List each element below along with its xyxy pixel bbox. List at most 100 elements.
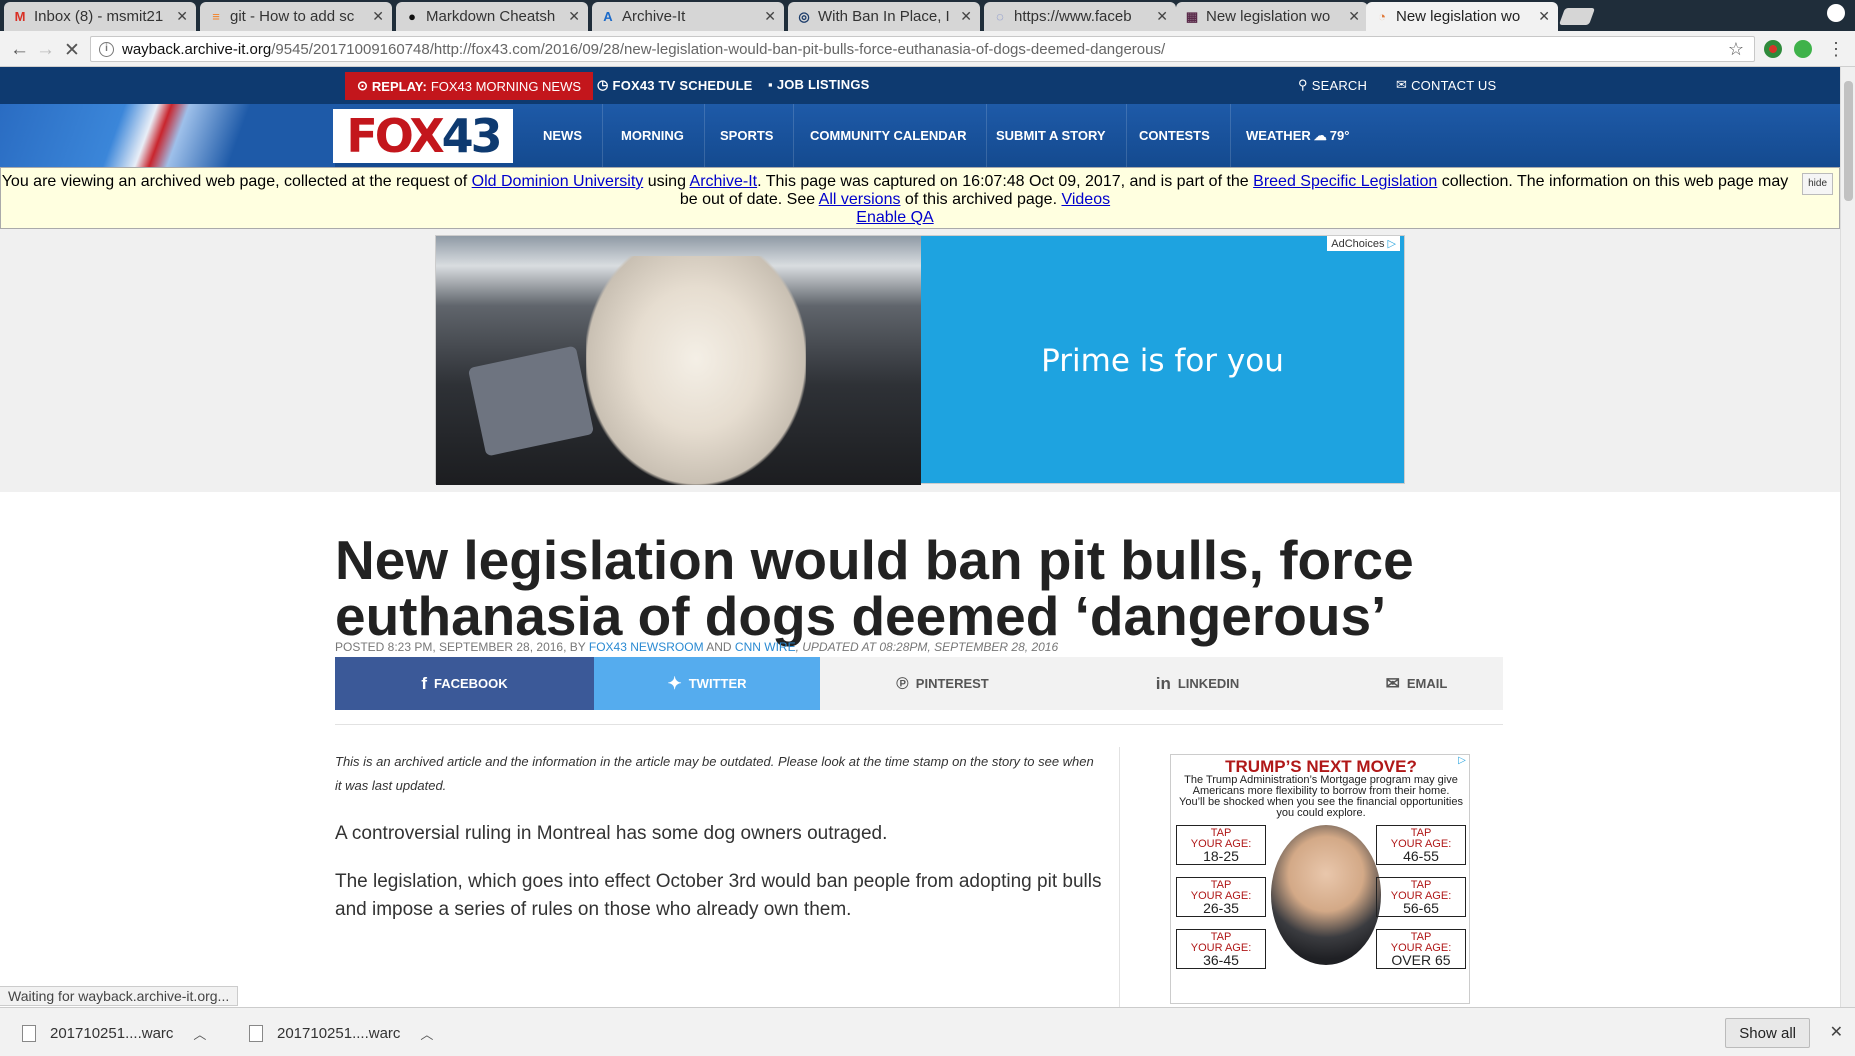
extension-icon[interactable]: [1764, 40, 1782, 58]
download-filename: 201710251....warc: [277, 1024, 401, 1042]
profile-icon[interactable]: [1827, 4, 1845, 22]
refresh-extension-icon[interactable]: [1794, 40, 1812, 58]
new-tab-button[interactable]: [1558, 8, 1596, 25]
envelope-icon: ✉: [1396, 77, 1408, 92]
info-icon[interactable]: i: [99, 41, 114, 57]
nav-contests[interactable]: CONTESTS: [1119, 104, 1231, 167]
close-icon[interactable]: ✕: [372, 8, 384, 25]
hide-banner-button[interactable]: hide: [1802, 173, 1833, 195]
close-icon[interactable]: ✕: [764, 8, 776, 25]
nav-news[interactable]: NEWS: [523, 104, 603, 167]
ad-headline: Prime is for you: [1041, 342, 1284, 379]
linkedin-label: LINKEDIN: [1177, 676, 1240, 691]
show-all-downloads-button[interactable]: Show all: [1725, 1018, 1810, 1048]
tab-label: git - How to add sc: [230, 8, 355, 25]
mortgage-side-ad[interactable]: ▷ TRUMP’S NEXT MOVE? The Trump Administr…: [1170, 754, 1470, 1004]
adchoices-link[interactable]: AdChoices ▷: [1327, 236, 1400, 251]
scrollbar-thumb[interactable]: [1844, 81, 1853, 201]
forward-icon[interactable]: →: [36, 39, 55, 61]
tab-new-legislation-active[interactable]: ◔ New legislation wo ✕: [1366, 2, 1558, 31]
bookmark-star-icon[interactable]: ☆: [1728, 39, 1744, 60]
fox43-logo[interactable]: FOX 43: [333, 109, 513, 163]
share-pinterest-button[interactable]: ℗ PINTEREST: [820, 657, 1065, 710]
close-icon[interactable]: ✕: [1538, 8, 1550, 25]
age-button-36-45[interactable]: TAP YOUR AGE: 36-45: [1176, 929, 1266, 969]
page-scrollbar[interactable]: [1840, 67, 1855, 1007]
temperature: 79°: [1329, 128, 1350, 143]
status-bubble: Waiting for wayback.archive-it.org...: [0, 986, 239, 1006]
cloud-icon: ☁: [1313, 127, 1327, 143]
weather-label: WEATHER: [1246, 128, 1311, 143]
close-icon[interactable]: ✕: [568, 8, 580, 25]
share-email-button[interactable]: ✉ EMAIL: [1330, 657, 1503, 710]
enable-qa-link[interactable]: Enable QA: [856, 209, 933, 226]
author-fox43-link[interactable]: FOX43 NEWSROOM: [589, 640, 704, 654]
download-item[interactable]: 201710251....warc ︿: [249, 1018, 433, 1048]
article-headline: New legislation would ban pit bulls, for…: [335, 529, 1414, 647]
archive-it-link[interactable]: Archive-It: [690, 173, 758, 190]
org-link[interactable]: Old Dominion University: [472, 173, 644, 190]
byline-and: AND: [703, 640, 735, 654]
tab-git[interactable]: ≡ git - How to add sc ✕: [200, 2, 392, 31]
side-ad-portrait: [1271, 825, 1381, 965]
address-bar[interactable]: i wayback.archive-it.org/9545/2017100916…: [90, 36, 1755, 62]
back-icon[interactable]: ←: [10, 39, 29, 61]
tv-schedule-link[interactable]: ◷ FOX43 TV SCHEDULE: [597, 77, 752, 93]
stop-icon[interactable]: ✕: [64, 39, 80, 62]
close-icon[interactable]: ✕: [1156, 8, 1168, 25]
job-listings-link[interactable]: ▪ JOB LISTINGS: [768, 77, 870, 92]
contact-us-link[interactable]: ✉ CONTACT US: [1396, 77, 1496, 93]
close-icon[interactable]: ✕: [960, 8, 972, 25]
age-button-46-55[interactable]: TAP YOUR AGE: 46-55: [1376, 825, 1466, 865]
github-icon: ●: [408, 9, 416, 24]
tab-ban-in-place[interactable]: ◎ With Ban In Place, I ✕: [788, 2, 980, 31]
job-listings-label: JOB LISTINGS: [776, 77, 870, 92]
nav-community-calendar[interactable]: COMMUNITY CALENDAR: [790, 104, 988, 167]
browser-tab-strip: M Inbox (8) - msmit21 ✕ ≡ git - How to a…: [0, 0, 1855, 31]
author-cnn-link[interactable]: CNN WIRE: [735, 640, 796, 654]
gmail-icon: M: [14, 9, 26, 24]
nav-weather[interactable]: WEATHER ☁ 79°: [1226, 104, 1369, 167]
close-icon[interactable]: ✕: [1348, 8, 1360, 25]
envelope-icon: ✉: [1385, 673, 1400, 693]
ad-photo-pillow: [467, 345, 595, 457]
logo-number: 43: [441, 109, 503, 163]
all-versions-link[interactable]: All versions: [819, 191, 901, 208]
age-button-18-25[interactable]: TAP YOUR AGE: 18-25: [1176, 825, 1266, 865]
banner-text-2: using: [643, 173, 690, 190]
facebook-icon: f: [421, 673, 427, 693]
adchoices-label: AdChoices: [1331, 238, 1385, 250]
tab-gmail[interactable]: M Inbox (8) - msmit21 ✕: [4, 2, 196, 31]
age-button-26-35[interactable]: TAP YOUR AGE: 26-35: [1176, 877, 1266, 917]
search-icon: ⚲: [1298, 77, 1308, 92]
share-twitter-button[interactable]: ✦ TWITTER: [594, 657, 820, 710]
tab-facebook[interactable]: ◌ https://www.faceb ✕: [984, 2, 1176, 31]
collection-link[interactable]: Breed Specific Legislation: [1253, 173, 1437, 190]
tab-markdown[interactable]: ● Markdown Cheatsh ✕: [396, 2, 588, 31]
article-paragraph: The legislation, which goes into effect …: [335, 871, 1102, 920]
tab-archive-it[interactable]: A Archive-It ✕: [592, 2, 784, 31]
share-facebook-button[interactable]: f FACEBOOK: [335, 657, 594, 710]
download-item[interactable]: 201710251....warc ︿: [22, 1018, 206, 1048]
search-link[interactable]: ⚲ SEARCH: [1298, 77, 1367, 93]
videos-link[interactable]: Videos: [1061, 191, 1110, 208]
menu-icon[interactable]: ⋮: [1827, 39, 1845, 60]
nav-submit-a-story[interactable]: SUBMIT A STORY: [976, 104, 1127, 167]
prime-video-ad[interactable]: Prime is for you AdChoices ▷: [435, 235, 1405, 485]
age-button-56-65[interactable]: TAP YOUR AGE: 56-65: [1376, 877, 1466, 917]
share-linkedin-button[interactable]: in LINKEDIN: [1065, 657, 1330, 710]
nav-sports[interactable]: SPORTS: [700, 104, 795, 167]
column-divider: [1119, 747, 1120, 1007]
banner-text-1: You are viewing an archived web page, co…: [1, 173, 472, 190]
replay-button[interactable]: ⊙ REPLAY: FOX43 MORNING NEWS: [345, 72, 594, 100]
close-icon[interactable]: ✕: [1830, 1022, 1843, 1042]
nav-morning[interactable]: MORNING: [601, 104, 705, 167]
chevron-up-icon[interactable]: ︿: [420, 1024, 433, 1043]
age-button-over-65[interactable]: TAP YOUR AGE: OVER 65: [1376, 929, 1466, 969]
email-label: EMAIL: [1406, 676, 1448, 691]
tab-new-legislation-1[interactable]: ▦ New legislation wo ✕: [1176, 2, 1368, 31]
divider: [335, 724, 1503, 725]
chevron-up-icon[interactable]: ︿: [193, 1024, 206, 1043]
article-section: New legislation would ban pit bulls, for…: [0, 492, 1840, 1007]
close-icon[interactable]: ✕: [176, 8, 188, 25]
